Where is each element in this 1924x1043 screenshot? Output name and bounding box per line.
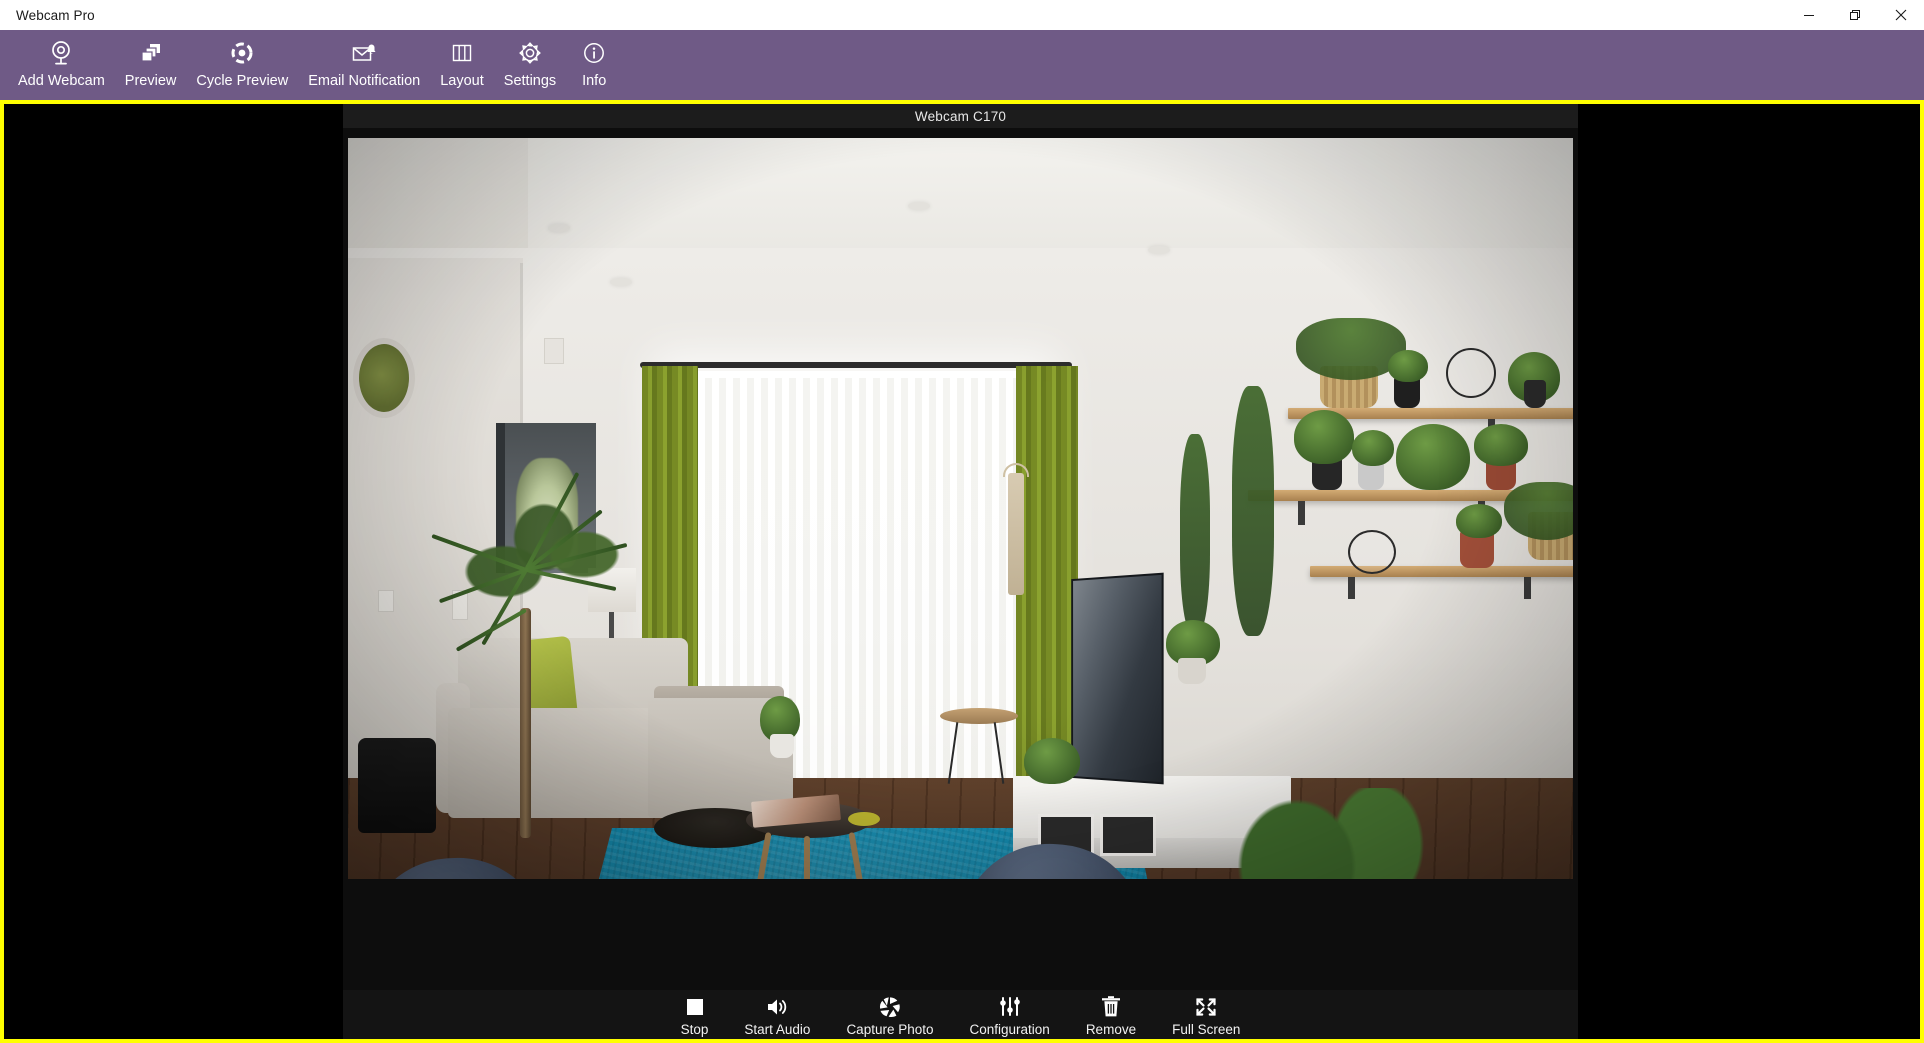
- remove-button[interactable]: Remove: [1068, 990, 1154, 1040]
- toolbar-item-layout[interactable]: Layout: [430, 30, 494, 100]
- close-button[interactable]: [1878, 0, 1924, 30]
- camera-workspace: Webcam C170 Stop Start Audio Capture Pho…: [0, 100, 1924, 1043]
- toolbar-label-settings: Settings: [503, 73, 557, 89]
- app-title: Webcam Pro: [16, 7, 95, 23]
- camera-title-bar: Webcam C170: [343, 104, 1578, 128]
- living-room-scene: [348, 138, 1573, 879]
- configuration-label: Configuration: [969, 1021, 1050, 1037]
- stacked-windows-icon: [136, 38, 166, 68]
- maximize-button[interactable]: [1832, 0, 1878, 30]
- speaker-icon: [764, 994, 790, 1020]
- minimize-button[interactable]: [1786, 0, 1832, 30]
- remove-label: Remove: [1085, 1021, 1137, 1037]
- camera-video-feed[interactable]: [348, 138, 1573, 879]
- webcam-icon: [46, 38, 76, 68]
- stop-square-icon: [682, 994, 708, 1020]
- full-screen-button[interactable]: Full Screen: [1154, 990, 1258, 1040]
- close-icon: [1895, 9, 1907, 21]
- camera-panel[interactable]: Webcam C170 Stop Start Audio Capture Pho…: [343, 104, 1578, 1039]
- gear-icon: [515, 38, 545, 68]
- toolbar-label-add-webcam: Add Webcam: [18, 73, 105, 89]
- toolbar-item-settings[interactable]: Settings: [494, 30, 566, 100]
- capture-photo-button[interactable]: Capture Photo: [828, 990, 951, 1040]
- toolbar-item-email-notification[interactable]: Email Notification: [298, 30, 430, 100]
- minimize-icon: [1803, 9, 1815, 21]
- stop-label: Stop: [680, 1021, 709, 1037]
- window-controls: [1786, 0, 1924, 30]
- toolbar-item-preview[interactable]: Preview: [115, 30, 187, 100]
- start-audio-button[interactable]: Start Audio: [726, 990, 828, 1040]
- toolbar-label-layout: Layout: [440, 73, 484, 89]
- toolbar-label-preview: Preview: [124, 73, 177, 89]
- camera-video-area[interactable]: [343, 128, 1578, 1039]
- toolbar-item-add-webcam[interactable]: Add Webcam: [8, 30, 115, 100]
- aperture-icon: [877, 994, 903, 1020]
- capture-photo-label: Capture Photo: [846, 1021, 934, 1037]
- start-audio-label: Start Audio: [744, 1021, 811, 1037]
- full-screen-label: Full Screen: [1172, 1021, 1241, 1037]
- info-circle-icon: [579, 38, 609, 68]
- restore-icon: [1849, 9, 1861, 21]
- envelope-bell-icon: [349, 38, 379, 68]
- toolbar-item-cycle-preview[interactable]: Cycle Preview: [186, 30, 298, 100]
- camera-name: Webcam C170: [914, 108, 1007, 124]
- stop-button[interactable]: Stop: [663, 990, 727, 1040]
- configuration-button[interactable]: Configuration: [952, 990, 1068, 1040]
- columns-icon: [447, 38, 477, 68]
- main-toolbar: Add Webcam Preview Cycle Preview Email N…: [0, 30, 1924, 100]
- trash-icon: [1098, 994, 1124, 1020]
- title-bar: Webcam Pro: [0, 0, 1924, 30]
- toolbar-item-info[interactable]: Info: [566, 30, 622, 100]
- toolbar-label-info: Info: [582, 73, 607, 89]
- sliders-icon: [997, 994, 1023, 1020]
- cycle-icon: [227, 38, 257, 68]
- toolbar-label-cycle-preview: Cycle Preview: [196, 73, 289, 89]
- camera-controls-bar: Stop Start Audio Capture Photo Configura…: [343, 989, 1578, 1040]
- toolbar-label-email-notification: Email Notification: [308, 73, 421, 89]
- expand-arrows-icon: [1193, 994, 1219, 1020]
